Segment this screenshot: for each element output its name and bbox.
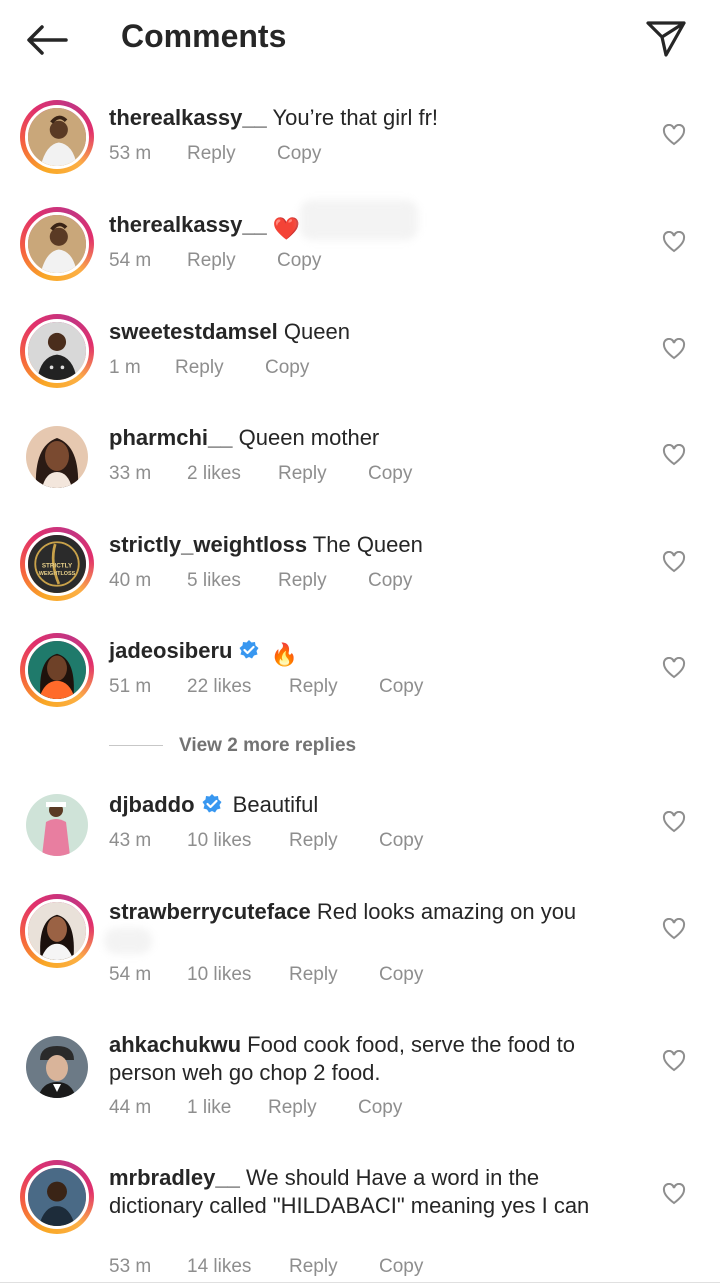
heart-icon[interactable] [662, 444, 686, 466]
reply-button[interactable]: Reply [289, 964, 338, 986]
comment-username[interactable]: sweetestdamsel [109, 319, 278, 344]
copy-button[interactable]: Copy [368, 463, 412, 485]
comment-text-line: ahkachukwu Food cook food, serve the foo… [109, 1031, 639, 1087]
replies-divider [109, 745, 163, 746]
comment-body: Red looks amazing on you [316, 899, 577, 924]
comment-time: 54 m [109, 250, 152, 271]
comment-time: 44 m [109, 1097, 152, 1118]
comment-username[interactable]: djbaddo [109, 792, 195, 817]
page-title: Comments [121, 18, 287, 54]
avatar[interactable] [20, 894, 94, 968]
avatar[interactable] [20, 207, 94, 281]
comment-time: 33 m [109, 463, 152, 484]
copy-button[interactable]: Copy [379, 1256, 423, 1278]
comment-username[interactable]: ahkachukwu [109, 1032, 241, 1057]
comment-text-line: strawberrycuteface Red looks amazing on … [109, 898, 639, 926]
avatar[interactable] [20, 420, 94, 494]
paper-plane-icon [646, 21, 686, 57]
comment-body: Queen mother [238, 425, 380, 450]
reply-button[interactable]: Reply [278, 570, 327, 592]
comment-text-line: djbaddo Beautiful [109, 791, 639, 819]
view-more-replies-button[interactable]: View 2 more replies [179, 735, 356, 757]
share-button[interactable] [644, 18, 688, 60]
avatar[interactable] [20, 788, 94, 862]
avatar[interactable] [20, 100, 94, 174]
comment-text-line: therealkassy__ You’re that girl fr! [109, 104, 639, 132]
back-button[interactable] [22, 20, 70, 60]
reply-button[interactable]: Reply [278, 463, 327, 485]
avatar-logo-text: STRICTLY [42, 563, 73, 570]
arrow-left-icon [27, 25, 68, 55]
reply-button[interactable]: Reply [187, 250, 236, 272]
svg-text:WEIGHTLOSS: WEIGHTLOSS [39, 571, 76, 577]
like-count[interactable]: 2 likes [187, 463, 241, 485]
like-count[interactable]: 5 likes [187, 570, 241, 592]
heart-icon[interactable] [662, 1183, 686, 1205]
comment-username[interactable]: therealkassy__ [109, 105, 267, 130]
bottom-divider [0, 1282, 720, 1283]
copy-button[interactable]: Copy [358, 1097, 402, 1119]
comment-text-line: strictly_weightloss The Queen [109, 531, 639, 559]
comment-username[interactable]: pharmchi__ [109, 425, 233, 450]
heart-icon[interactable] [662, 918, 686, 940]
verified-badge-icon [202, 794, 222, 813]
copy-button[interactable]: Copy [277, 250, 321, 272]
comment-body: Beautiful [232, 792, 319, 817]
like-count[interactable]: 10 likes [187, 964, 251, 986]
comment-username[interactable]: mrbradley__ [109, 1165, 240, 1190]
copy-button[interactable]: Copy [379, 676, 423, 698]
comment-text-line: jadeosiberu 🔥 [109, 637, 639, 669]
comment-time: 40 m [109, 570, 152, 591]
copy-button[interactable]: Copy [379, 964, 423, 986]
comment-username[interactable]: therealkassy__ [109, 212, 267, 237]
avatar[interactable] [20, 314, 94, 388]
like-count[interactable]: 22 likes [187, 676, 251, 698]
like-count[interactable]: 10 likes [187, 830, 251, 852]
heart-emoji: ❤️ [272, 216, 301, 241]
comment-time: 1 m [109, 357, 141, 378]
verified-badge-icon [239, 640, 259, 659]
heart-icon[interactable] [662, 811, 686, 833]
avatar[interactable] [20, 1030, 94, 1104]
comment-username[interactable]: jadeosiberu [109, 638, 232, 663]
comment-time: 43 m [109, 830, 152, 851]
comment-body: Queen [283, 319, 350, 344]
reply-button[interactable]: Reply [289, 830, 338, 852]
fire-emoji: 🔥 [270, 642, 298, 667]
comment-username[interactable]: strictly_weightloss [109, 532, 307, 557]
comment-time: 51 m [109, 676, 152, 697]
copy-button[interactable]: Copy [265, 357, 309, 379]
comment-text-line: mrbradley__ We should Have a word in the… [109, 1164, 639, 1220]
reply-button[interactable]: Reply [289, 676, 338, 698]
reply-button[interactable]: Reply [175, 357, 224, 379]
heart-icon[interactable] [662, 657, 686, 679]
heart-icon[interactable] [662, 231, 686, 253]
avatar[interactable]: STRICTLY WEIGHTLOSS [20, 527, 94, 601]
comment-time: 53 m [109, 1256, 152, 1277]
comment-body: The Queen [312, 532, 423, 557]
comment-body: You’re that girl fr! [272, 105, 439, 130]
comment-text-line: sweetestdamsel Queen [109, 318, 639, 346]
heart-icon[interactable] [662, 1050, 686, 1072]
copy-button[interactable]: Copy [379, 830, 423, 852]
avatar[interactable] [20, 633, 94, 707]
reply-button[interactable]: Reply [187, 143, 236, 165]
comment-time: 54 m [109, 964, 152, 985]
comment-time: 53 m [109, 143, 152, 164]
like-count[interactable]: 1 like [187, 1097, 231, 1119]
heart-icon[interactable] [662, 124, 686, 146]
comment-username[interactable]: strawberrycuteface [109, 899, 311, 924]
reply-button[interactable]: Reply [268, 1097, 317, 1119]
header-bar: Comments [0, 0, 720, 80]
heart-icon[interactable] [662, 551, 686, 573]
reply-button[interactable]: Reply [289, 1256, 338, 1278]
copy-button[interactable]: Copy [277, 143, 321, 165]
heart-icon[interactable] [662, 338, 686, 360]
copy-button[interactable]: Copy [368, 570, 412, 592]
avatar[interactable] [20, 1160, 94, 1234]
comment-text-line: pharmchi__ Queen mother [109, 424, 639, 452]
like-count[interactable]: 14 likes [187, 1256, 251, 1278]
